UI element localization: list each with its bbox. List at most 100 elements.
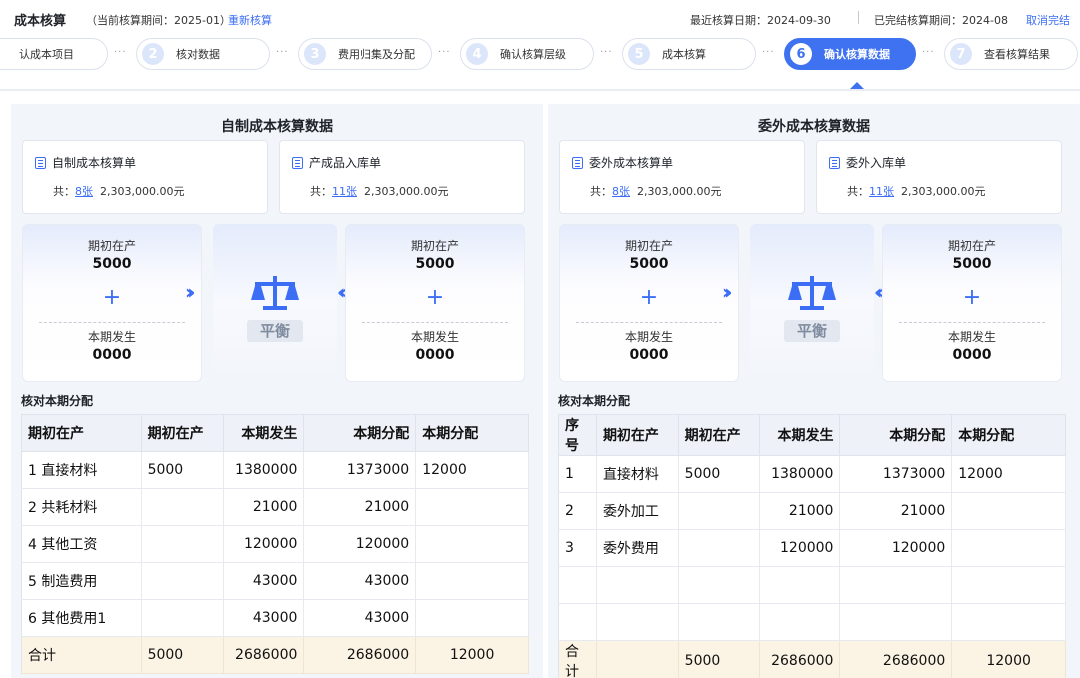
chevron-right-icon: ›› bbox=[722, 280, 733, 304]
column-header: 期初在产 bbox=[596, 414, 679, 456]
opening-wip-value: 5000 bbox=[952, 256, 992, 272]
table-row: 6 其他费用1 43000 43000 bbox=[21, 599, 529, 637]
card-amount: 2,303,000.00元 bbox=[901, 185, 986, 198]
page-title: 成本核算 bbox=[14, 14, 67, 29]
column-header: 本期分配 bbox=[415, 414, 529, 452]
step-1[interactable]: 认成本项目 bbox=[0, 38, 108, 70]
column-header: 本期分配 bbox=[303, 414, 417, 452]
card-title: 产成品入库单 bbox=[309, 156, 382, 170]
recalculate-link[interactable]: 重新核算 bbox=[228, 12, 272, 28]
step-3-label: 费用归集及分配 bbox=[338, 48, 415, 61]
column-header: 本期发生 bbox=[223, 414, 305, 452]
step-5[interactable]: 5 成本核算 bbox=[622, 38, 756, 70]
document-icon bbox=[292, 156, 303, 169]
table-row: 5 制造费用 43000 43000 bbox=[21, 562, 529, 600]
plus-icon: + bbox=[425, 285, 445, 310]
column-header: 期初在产 bbox=[678, 414, 761, 456]
table-row: 1 直接材料 5000 1380000 1373000 12000 bbox=[558, 455, 1066, 493]
table-header-row: 序号 期初在产 期初在产 本期发生 本期分配 本期分配 bbox=[558, 414, 1066, 456]
step-2-number: 2 bbox=[142, 43, 164, 65]
opening-wip-label: 期初在产 bbox=[410, 239, 459, 253]
card-amount: 2,303,000.00元 bbox=[100, 185, 185, 198]
closed-period: 已完结核算期间：2024-08 bbox=[874, 14, 1008, 27]
panel-title: 自制成本核算数据 bbox=[221, 119, 333, 135]
current-occurrence-label: 本期发生 bbox=[947, 330, 996, 344]
table-row: 3 委外费用 120000 120000 bbox=[558, 529, 1066, 567]
plus-icon: + bbox=[102, 285, 122, 310]
cost-accounting-page: 成本核算 （当前核算期间：2025-01） 重新核算 最近核算日期：2024-0… bbox=[0, 0, 1080, 678]
step-6-number: 6 bbox=[790, 43, 812, 65]
current-occurrence-value: 0000 bbox=[629, 347, 669, 363]
step-dots: ··· bbox=[600, 47, 613, 58]
card-title: 委外成本核算单 bbox=[589, 156, 674, 170]
sheet-count-link[interactable]: 11张 bbox=[332, 185, 357, 198]
column-header: 本期发生 bbox=[759, 414, 841, 456]
table-row: 2 委外加工 21000 21000 bbox=[558, 492, 1066, 530]
step-4-label: 确认核算层级 bbox=[500, 48, 566, 61]
step-wizard: 认成本项目 ··· 2 核对数据 ··· 3 费用归集及分配 ··· 4 确认核… bbox=[0, 38, 1080, 72]
step-6-active[interactable]: 6 确认核算数据 bbox=[784, 38, 916, 70]
current-occurrence-value: 0000 bbox=[92, 347, 132, 363]
active-step-caret-icon bbox=[850, 82, 864, 89]
card-amount: 2,303,000.00元 bbox=[637, 185, 722, 198]
balance-right-box: 期初在产 5000 + 本期发生 0000 bbox=[882, 224, 1062, 382]
step-3-number: 3 bbox=[304, 43, 326, 65]
sheet-count-link[interactable]: 8张 bbox=[75, 185, 93, 198]
table-total-row: 合计 5000 2686000 2686000 12000 bbox=[21, 636, 529, 674]
column-header: 本期分配 bbox=[839, 414, 953, 456]
plus-icon: + bbox=[962, 285, 982, 310]
current-occurrence-value: 0000 bbox=[952, 347, 992, 363]
balance-right-box: 期初在产 5000 + 本期发生 0000 bbox=[345, 224, 525, 382]
header: 成本核算 （当前核算期间：2025-01） 重新核算 最近核算日期：2024-0… bbox=[0, 0, 1080, 36]
opening-wip-label: 期初在产 bbox=[87, 239, 136, 253]
document-icon bbox=[829, 156, 840, 169]
current-occurrence-label: 本期发生 bbox=[624, 330, 673, 344]
step-7[interactable]: 7 查看核算结果 bbox=[944, 38, 1078, 70]
document-icon bbox=[35, 156, 46, 169]
step-dots: ··· bbox=[762, 47, 775, 58]
allocation-table: 期初在产 期初在产 本期发生 本期分配 本期分配 1 直接材料 5000 13800… bbox=[21, 414, 529, 674]
in-house-cost-sheet-card[interactable]: 自制成本核算单 共：8张 2,303,000.00元 bbox=[22, 140, 268, 214]
finished-goods-receipt-card[interactable]: 产成品入库单 共：11张 2,303,000.00元 bbox=[279, 140, 525, 214]
card-title: 委外入库单 bbox=[846, 156, 907, 170]
step-2-label: 核对数据 bbox=[176, 48, 220, 61]
allocation-table: 序号 期初在产 期初在产 本期发生 本期分配 本期分配 1 直接材料 5000 138… bbox=[558, 414, 1066, 678]
step-dots: ··· bbox=[276, 47, 289, 58]
outsourced-receipt-card[interactable]: 委外入库单 共：11张 2,303,000.00元 bbox=[816, 140, 1062, 214]
step-6-label: 确认核算数据 bbox=[824, 48, 890, 61]
balance-left-box: 期初在产 5000 + 本期发生 0000 bbox=[559, 224, 739, 382]
balance-left-box: 期初在产 5000 + 本期发生 0000 bbox=[22, 224, 202, 382]
chevron-left-icon: ‹‹ bbox=[874, 280, 885, 304]
scale-icon bbox=[251, 276, 299, 310]
sheet-count-link[interactable]: 8张 bbox=[612, 185, 630, 198]
balance-label: 平衡 bbox=[784, 320, 840, 342]
in-house-cost-panel: 自制成本核算数据 自制成本核算单 共：8张 2,303,000.00元 产成品入… bbox=[11, 104, 543, 678]
step-1-label: 认成本项目 bbox=[19, 48, 74, 61]
step-5-label: 成本核算 bbox=[662, 48, 706, 61]
outsourced-cost-sheet-card[interactable]: 委外成本核算单 共：8张 2,303,000.00元 bbox=[559, 140, 805, 214]
step-2[interactable]: 2 核对数据 bbox=[136, 38, 270, 70]
step-4[interactable]: 4 确认核算层级 bbox=[460, 38, 594, 70]
chevron-left-icon: ‹‹ bbox=[337, 280, 348, 304]
current-period: （当前核算期间：2025-01） bbox=[86, 14, 231, 27]
plus-icon: + bbox=[639, 285, 659, 310]
recent-accounting-date: 最近核算日期：2024-09-30 bbox=[690, 14, 831, 27]
table-row bbox=[558, 566, 1066, 604]
step-3[interactable]: 3 费用归集及分配 bbox=[298, 38, 432, 70]
table-row: 2 共耗材料 21000 21000 bbox=[21, 488, 529, 526]
document-icon bbox=[572, 156, 583, 169]
step-7-number: 7 bbox=[950, 43, 972, 65]
step-5-number: 5 bbox=[628, 43, 650, 65]
table-row: 4 其他工资 120000 120000 bbox=[21, 525, 529, 563]
divider bbox=[0, 89, 1080, 91]
step-7-label: 查看核算结果 bbox=[984, 48, 1050, 61]
allocation-check-title: 核对本期分配 bbox=[558, 394, 631, 408]
header-divider bbox=[858, 11, 859, 24]
cancel-close-link[interactable]: 取消完结 bbox=[1026, 12, 1070, 28]
card-amount: 2,303,000.00元 bbox=[364, 185, 449, 198]
scale-icon bbox=[788, 276, 836, 310]
chevron-right-icon: ›› bbox=[185, 280, 196, 304]
allocation-check-title: 核对本期分配 bbox=[21, 394, 94, 408]
opening-wip-label: 期初在产 bbox=[624, 239, 673, 253]
sheet-count-link[interactable]: 11张 bbox=[869, 185, 894, 198]
